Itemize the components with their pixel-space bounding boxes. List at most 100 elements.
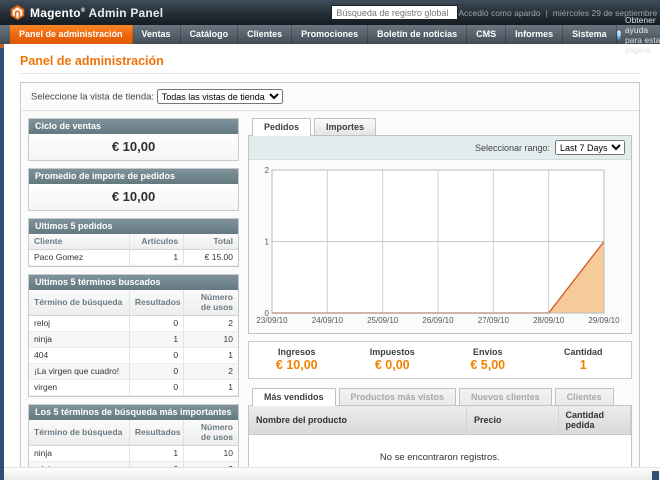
logged-in-as: Accedió como apardo — [458, 8, 540, 18]
nav-item-ventas[interactable]: Ventas — [133, 25, 181, 44]
global-search-input[interactable] — [331, 5, 458, 20]
window-frame-left — [0, 44, 4, 480]
store-switcher-select[interactable]: Todas las vistas de tienda — [157, 89, 283, 104]
total-value: € 5,00 — [440, 358, 536, 372]
svg-text:25/09/10: 25/09/10 — [367, 316, 399, 325]
nav-item-cms[interactable]: CMS — [467, 25, 506, 44]
search-term-row[interactable]: ninja110 — [29, 446, 238, 462]
tab-pedidos[interactable]: Pedidos — [252, 118, 311, 136]
nav-item-promociones[interactable]: Promociones — [292, 25, 368, 44]
cell: 0 — [129, 380, 183, 396]
tab-clientes[interactable]: Clientes — [555, 388, 614, 405]
svg-text:1: 1 — [265, 238, 270, 247]
cell: 0 — [129, 364, 183, 380]
cell: 404 — [29, 348, 129, 364]
tab-nuevos-clientes[interactable]: Nuevos clientes — [459, 388, 552, 405]
column-header: Número de usos — [184, 290, 238, 316]
nav-list: Panel de administraciónVentasCatálogoCli… — [10, 25, 617, 44]
cell: 1 — [129, 250, 183, 266]
tab-mas-vendidos[interactable]: Más vendidos — [252, 388, 336, 406]
column-header: Precio — [466, 406, 558, 435]
search-term-row[interactable]: virgen01 — [29, 380, 238, 396]
last-orders-table: ClienteArtículosTotalPaco Gomez1€ 15.00 — [29, 234, 238, 266]
store-switcher: Seleccione la vista de tienda: Todas las… — [21, 83, 639, 111]
svg-text:24/09/10: 24/09/10 — [312, 316, 344, 325]
cell: Paco Gomez — [29, 250, 129, 266]
column-header: Resultados — [129, 290, 183, 316]
table-header-row: ClienteArtículosTotal — [29, 234, 238, 250]
svg-text:23/09/10: 23/09/10 — [256, 316, 288, 325]
magento-logo: Magento® Admin Panel — [10, 5, 163, 20]
orders-area-chart: 01223/09/1024/09/1025/09/1026/09/1027/09… — [252, 164, 628, 326]
column-header: Nombre del producto — [249, 406, 466, 435]
cell: 0 — [129, 316, 183, 332]
column-header: Número de usos — [184, 420, 238, 446]
total-impuestos: Impuestos€ 0,00 — [345, 347, 441, 372]
nav-item-boletin-de-noticias[interactable]: Boletín de noticias — [368, 25, 467, 44]
widget-title: Ultimos 5 términos buscados — [29, 275, 238, 290]
cell: 2 — [184, 364, 238, 380]
nav-item-informes[interactable]: Informes — [506, 25, 563, 44]
average-order-value: € 10,00 — [29, 184, 238, 210]
search-term-row[interactable]: 40401 — [29, 348, 238, 364]
cell: 2 — [184, 316, 238, 332]
tab-importes[interactable]: Importes — [314, 118, 376, 135]
nav-item-panel-de-administracion[interactable]: Panel de administración — [10, 25, 133, 44]
table-header-row: Término de búsquedaResultadosNúmero de u… — [29, 420, 238, 446]
diagram-tabs: PedidosImportes — [248, 118, 632, 135]
store-switcher-label: Seleccione la vista de tienda: — [31, 92, 154, 103]
widget-lifetime-sales: Ciclo de ventas € 10,00 — [28, 118, 239, 161]
widget-last-search-terms: Ultimos 5 términos buscados Término de b… — [28, 274, 239, 397]
widget-average-order: Promedio de importe de pedidos € 10,00 — [28, 168, 239, 211]
search-term-row[interactable]: reloj02 — [29, 316, 238, 332]
column-header: Término de búsqueda — [29, 420, 129, 446]
range-select[interactable]: Last 7 Days — [555, 140, 625, 155]
widget-title: Los 5 términos de búsqueda más important… — [29, 405, 238, 420]
widget-title: Ultimos 5 pedidos — [29, 219, 238, 234]
table-header-row: Término de búsquedaResultadosNúmero de u… — [29, 290, 238, 316]
widget-title: Promedio de importe de pedidos — [29, 169, 238, 184]
cell: 1 — [184, 348, 238, 364]
logo-text: Magento® Admin Panel — [30, 6, 163, 20]
magento-logo-icon — [10, 5, 25, 20]
nav-item-sistema[interactable]: Sistema — [563, 25, 617, 44]
column-header: Total — [184, 234, 238, 250]
window-frame-fragment — [652, 471, 659, 480]
svg-text:2: 2 — [265, 166, 270, 175]
help-label: Obtener ayuda para esta página — [625, 15, 660, 55]
widget-title: Ciclo de ventas — [29, 119, 238, 134]
widget-last-orders: Ultimos 5 pedidos ClienteArtículosTotalP… — [28, 218, 239, 267]
cell: 1 — [184, 380, 238, 396]
total-label: Envíos — [440, 347, 536, 357]
cell: € 15.00 — [184, 250, 238, 266]
total-value: € 0,00 — [345, 358, 441, 372]
cell: 1 — [129, 332, 183, 348]
nav-item-clientes[interactable]: Clientes — [238, 25, 292, 44]
cell: ninja — [29, 332, 129, 348]
dashboard-left-column: Ciclo de ventas € 10,00 Promedio de impo… — [28, 118, 239, 480]
svg-text:29/09/10: 29/09/10 — [588, 316, 620, 325]
cell: ninja — [29, 446, 129, 462]
column-header: Resultados — [129, 420, 183, 446]
total-label: Ingresos — [249, 347, 345, 357]
total-value: € 10,00 — [249, 358, 345, 372]
search-term-row[interactable]: ninja110 — [29, 332, 238, 348]
bottom-grid-tabs: Más vendidosProductos más vistosNuevos c… — [248, 388, 632, 405]
order-row[interactable]: Paco Gomez1€ 15.00 — [29, 250, 238, 266]
help-link[interactable]: ? Obtener ayuda para esta página — [617, 25, 660, 44]
nav-item-catalogo[interactable]: Catálogo — [181, 25, 239, 44]
range-row: Seleccionar rango: Last 7 Days — [249, 136, 631, 160]
dashboard-grid: Ciclo de ventas € 10,00 Promedio de impo… — [21, 111, 639, 480]
dashboard-container: Seleccione la vista de tienda: Todas las… — [20, 82, 640, 480]
cell: ¡La virgen que cuadro! — [29, 364, 129, 380]
page-title: Panel de administración — [20, 54, 640, 74]
cell: 0 — [129, 348, 183, 364]
page-footer — [0, 467, 660, 480]
search-term-row[interactable]: ¡La virgen que cuadro!02 — [29, 364, 238, 380]
cell: reloj — [29, 316, 129, 332]
tab-productos-mas-vistos[interactable]: Productos más vistos — [339, 388, 457, 405]
cell: 1 — [129, 446, 183, 462]
top-header: Magento® Admin Panel Accedió como apardo… — [0, 0, 660, 25]
orders-chart: 01223/09/1024/09/1025/09/1026/09/1027/09… — [249, 160, 631, 333]
cell: virgen — [29, 380, 129, 396]
